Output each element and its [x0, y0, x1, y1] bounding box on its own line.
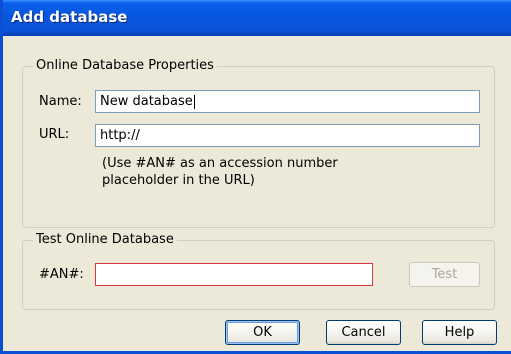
dialog-title: Add database [11, 8, 128, 26]
url-hint-line1: (Use #AN# as an accession number [102, 156, 338, 171]
url-hint-line2: placeholder in the URL) [102, 173, 255, 188]
test-group-legend: Test Online Database [33, 232, 177, 248]
an-label: #AN#: [39, 267, 84, 282]
properties-group-legend: Online Database Properties [33, 58, 217, 74]
test-button[interactable]: Test [409, 262, 480, 287]
ok-button[interactable]: OK [225, 320, 300, 345]
url-input-value: http:// [100, 128, 140, 143]
title-bar[interactable]: Add database [3, 0, 511, 36]
name-input[interactable]: New database [95, 90, 480, 113]
cancel-button[interactable]: Cancel [326, 320, 401, 345]
url-input[interactable]: http:// [95, 124, 480, 147]
dialog-body: Online Database Properties Name: New dat… [6, 36, 511, 351]
url-label: URL: [39, 127, 70, 142]
text-caret [193, 94, 195, 109]
name-input-value: New database [100, 94, 193, 109]
name-label: Name: [39, 94, 82, 109]
an-input[interactable] [95, 263, 373, 286]
dialog-window: Add database Online Database Properties … [0, 0, 511, 354]
help-button[interactable]: Help [422, 320, 497, 345]
